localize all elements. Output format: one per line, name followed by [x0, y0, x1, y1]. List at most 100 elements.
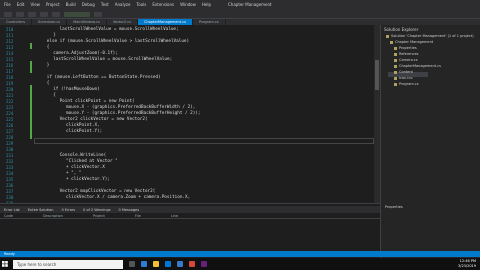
- line-number: 223: [6, 105, 14, 110]
- menu-item[interactable]: File: [4, 0, 11, 10]
- line-number: 226: [6, 123, 14, 128]
- code-editor[interactable]: 210 211 212 213 214 215 216 217 218 219 220 221 222 2…: [0, 25, 380, 203]
- code-line[interactable]: Vector2 mapClickVector = new Vector2(: [60, 189, 156, 194]
- code-line[interactable]: + clickVector.Y);: [66, 177, 110, 182]
- code-line[interactable]: {: [47, 45, 50, 50]
- solution-item[interactable]: Properties: [394, 46, 417, 50]
- solution-item-label: ChapterManagement.cs: [399, 64, 441, 68]
- code-line[interactable]: camera.AdjustZoom(-0.1f);: [53, 51, 118, 56]
- error-list-column[interactable]: Code: [4, 214, 13, 218]
- system-tray-clock[interactable]: 12:46 PM 3/23/2019: [458, 259, 476, 269]
- code-line[interactable]: "Clicked at Vector ": [66, 159, 118, 164]
- error-list-column[interactable]: File: [135, 214, 141, 218]
- file-icon: [390, 40, 393, 44]
- code-line[interactable]: clickVector.X / camera.Zoom + camera.Pos…: [66, 195, 190, 200]
- line-number: 237: [6, 189, 14, 194]
- code-line[interactable]: clickPoint.Y);: [66, 129, 102, 134]
- line-number: 221: [6, 93, 14, 98]
- undo-icon[interactable]: [40, 11, 48, 17]
- solution-item[interactable]: References: [394, 52, 418, 56]
- solution-item[interactable]: Program.cs: [394, 82, 419, 86]
- properties-title: Properties: [385, 205, 403, 209]
- redo-icon[interactable]: [52, 11, 60, 17]
- warnings-filter[interactable]: 0 of 2 Warnings: [83, 208, 110, 212]
- window-title: Chapter Management: [228, 2, 272, 7]
- menu-item[interactable]: Test: [101, 0, 109, 10]
- mail-icon[interactable]: [177, 261, 183, 267]
- code-line[interactable]: {: [53, 93, 56, 98]
- error-list-column[interactable]: Description: [43, 214, 63, 218]
- solution-item[interactable]: Chapter Management: [390, 40, 433, 44]
- current-line-highlight: [34, 138, 374, 144]
- start-debug-button[interactable]: [64, 11, 90, 17]
- code-line[interactable]: mouse.X - (graphics.PreferredBackBufferW…: [66, 105, 195, 110]
- solution-item[interactable]: Camera.cs: [394, 58, 418, 62]
- scrollbar-thumb[interactable]: [375, 60, 379, 90]
- save-icon[interactable]: [28, 11, 36, 17]
- edge-icon[interactable]: [141, 261, 147, 267]
- taskbar: Type here to search: [0, 258, 480, 270]
- code-line[interactable]: Vector2 clickVector = new Vector2(: [60, 117, 148, 122]
- menu-item[interactable]: Window: [180, 0, 196, 10]
- solution-item-label: Content: [399, 70, 413, 74]
- menu-item[interactable]: Debug: [82, 0, 95, 10]
- config-dropdown[interactable]: [94, 11, 102, 17]
- back-icon[interactable]: [4, 11, 12, 17]
- line-number: 219: [6, 81, 14, 86]
- code-line[interactable]: lastScrollWheelValue = mouse.ScrollWheel…: [53, 57, 172, 62]
- windows-start-icon[interactable]: [0, 258, 10, 270]
- line-number: 214: [6, 51, 14, 56]
- line-number: 220: [6, 87, 14, 92]
- code-line[interactable]: if (mouse.LeftButton == ButtonState.Pres…: [47, 75, 161, 80]
- toolbar: [0, 10, 480, 19]
- code-line[interactable]: lastScrollWheelValue = mouse.ScrollWheel…: [60, 27, 179, 32]
- line-number: 210: [6, 27, 14, 32]
- file-icon: [394, 52, 397, 56]
- visual-studio-icon[interactable]: [201, 261, 207, 267]
- solution-item[interactable]: Solution 'Chapter Management' (1 of 1 pr…: [386, 34, 474, 38]
- code-line[interactable]: if (!hasMouseDown): [53, 87, 100, 92]
- code-line[interactable]: }: [53, 33, 56, 38]
- line-number: 217: [6, 69, 14, 74]
- solution-item[interactable]: ChapterManagement.cs: [394, 64, 441, 68]
- menu-item[interactable]: Tools: [137, 0, 147, 10]
- solution-item-label: Program.cs: [399, 82, 419, 86]
- menu-item[interactable]: Analyze: [115, 0, 131, 10]
- forward-icon[interactable]: [16, 11, 24, 17]
- code-line[interactable]: mouse.Y - (graphics.PreferredBackBufferH…: [66, 111, 201, 116]
- menu-item[interactable]: Edit: [17, 0, 25, 10]
- file-icon: [394, 76, 397, 80]
- errors-filter[interactable]: 0 Errors: [61, 208, 75, 212]
- error-list-toolbar: Error List Entire Solution 0 Errors 0 of…: [0, 206, 380, 213]
- task-view-icon[interactable]: [129, 261, 135, 267]
- code-line[interactable]: clickPoint.X,: [66, 123, 100, 128]
- code-line[interactable]: {: [47, 81, 50, 86]
- menu-item[interactable]: Build: [66, 0, 76, 10]
- file-explorer-icon[interactable]: [153, 261, 159, 267]
- menu-item[interactable]: View: [30, 0, 40, 10]
- code-line[interactable]: }: [47, 63, 50, 68]
- menu-item[interactable]: Extensions: [152, 0, 174, 10]
- solution-item[interactable]: Content: [394, 70, 413, 74]
- scope-dropdown[interactable]: Entire Solution: [28, 208, 54, 212]
- code-line[interactable]: + clickVector.X: [66, 165, 105, 170]
- line-number: 231: [6, 153, 14, 158]
- line-number: 212: [6, 39, 14, 44]
- code-line[interactable]: + ", ": [66, 171, 82, 176]
- menu-item[interactable]: Help: [202, 0, 211, 10]
- line-number-gutter: 210 211 212 213 214 215 216 217 218 219 220 221 222 2…: [0, 25, 28, 203]
- taskbar-search-input[interactable]: Type here to search: [13, 259, 123, 269]
- app-icon[interactable]: [189, 261, 195, 267]
- menu-item[interactable]: Project: [46, 0, 60, 10]
- store-icon[interactable]: [165, 261, 171, 267]
- solution-item[interactable]: Icon.ico: [394, 76, 412, 80]
- error-list-column[interactable]: Line: [171, 214, 178, 218]
- code-line[interactable]: Console.WriteLine(: [60, 153, 107, 158]
- code-line[interactable]: else if (mouse.ScrollWheelValue > lastSc…: [47, 39, 189, 44]
- solution-item-label: Solution 'Chapter Management' (1 of 1 pr…: [391, 34, 474, 38]
- file-icon: [394, 70, 397, 74]
- error-list-column[interactable]: Project: [93, 214, 105, 218]
- messages-filter[interactable]: 0 Messages: [119, 208, 140, 212]
- clock-date: 3/23/2019: [458, 264, 476, 268]
- code-line[interactable]: Point clickPoint = new Point(: [60, 99, 135, 104]
